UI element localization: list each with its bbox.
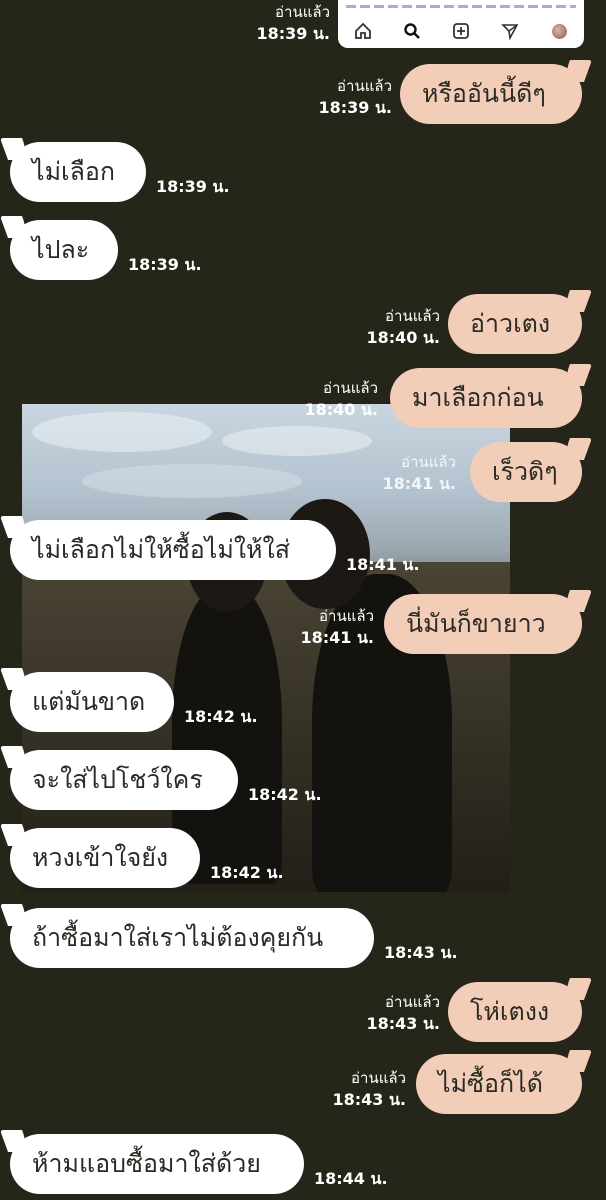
profile-avatar-icon [546, 18, 572, 44]
message-bubble-in[interactable]: ไม่เลือกไม่ให้ซื้อไม่ให้ใส่ [10, 520, 336, 580]
message-meta: 18:41 น. [346, 554, 420, 575]
chat-thread: อ่านแล้ว 18:39 น. อ่านแล้ว 18:39 น. หรือ… [0, 0, 606, 1200]
read-receipt: อ่านแล้ว [337, 77, 392, 95]
message-meta: 18:42 น. [248, 784, 322, 805]
message-text: ห้ามแอบซื้อมาใส่ด้วย [32, 1149, 261, 1178]
message-meta: 18:43 น. [384, 942, 458, 963]
message-bubble-in[interactable]: ไปละ [10, 220, 118, 280]
message-meta: อ่านแล้ว 18:41 น. [316, 452, 456, 494]
read-receipt: อ่านแล้ว [351, 1069, 406, 1087]
message-bubble-out[interactable]: นี่มันก็ขายาว [384, 594, 582, 654]
message-bubble-in[interactable]: หวงเข้าใจยัง [10, 828, 200, 888]
message-time: 18:39 น. [256, 24, 330, 43]
message-time: 18:44 น. [314, 1169, 388, 1188]
message-time: 18:42 น. [184, 707, 258, 726]
message-time: 18:40 น. [304, 400, 378, 419]
message-bubble-in[interactable]: แต่มันขาด [10, 672, 174, 732]
message-time: 18:41 น. [300, 628, 374, 647]
message-text: ไปละ [32, 235, 90, 264]
read-receipt: อ่านแล้ว [401, 453, 456, 471]
message-meta: 18:39 น. [128, 254, 202, 275]
message-text: แต่มันขาด [32, 687, 146, 716]
add-post-icon [448, 18, 474, 44]
message-bubble-in[interactable]: จะใส่ไปโชว์ใคร [10, 750, 238, 810]
message-meta: อ่านแล้ว 18:40 น. [238, 378, 378, 420]
message-bubble-out[interactable]: โห่เตงง [448, 982, 582, 1042]
message-time: 18:43 น. [366, 1014, 440, 1033]
photo-cloud [32, 412, 212, 452]
message-time: 18:42 น. [248, 785, 322, 804]
message-meta: อ่านแล้ว 18:43 น. [266, 1068, 406, 1110]
message-meta: 18:44 น. [314, 1168, 388, 1189]
message-text: ไม่เลือกไม่ให้ซื้อไม่ให้ใส่ [32, 535, 290, 564]
message-meta: 18:42 น. [184, 706, 258, 727]
message-text: โห่เตงง [470, 997, 550, 1026]
message-time: 18:41 น. [382, 474, 456, 493]
message-time: 18:42 น. [210, 863, 284, 882]
message-text: หรืออันนี้ดีๆ [422, 79, 546, 108]
read-receipt: อ่านแล้ว [319, 607, 374, 625]
search-icon [399, 18, 425, 44]
message-meta: อ่านแล้ว 18:43 น. [300, 992, 440, 1034]
message-time: 18:39 น. [318, 98, 392, 117]
message-text: นี่มันก็ขายาว [406, 609, 546, 638]
send-icon [497, 18, 523, 44]
message-time: 18:41 น. [346, 555, 420, 574]
message-text: ไม่เลือก [32, 157, 116, 186]
message-bubble-out[interactable]: เร็วดิๆ [470, 442, 582, 502]
message-meta: อ่านแล้ว 18:41 น. [234, 606, 374, 648]
message-text: ไม่ซื้อก็ได้ [438, 1069, 543, 1098]
message-time: 18:39 น. [128, 255, 202, 274]
message-time: 18:40 น. [366, 328, 440, 347]
message-meta: อ่านแล้ว 18:39 น. [252, 76, 392, 118]
message-meta: 18:39 น. [156, 176, 230, 197]
message-text: จะใส่ไปโชว์ใคร [32, 765, 203, 794]
message-bubble-out[interactable]: หรืออันนี้ดีๆ [400, 64, 582, 124]
message-meta: 18:42 น. [210, 862, 284, 883]
read-receipt: อ่านแล้ว [323, 379, 378, 397]
message-bubble-in[interactable]: ถ้าซื้อมาใส่เราไม่ต้องคุยกัน [10, 908, 374, 968]
message-meta: อ่านแล้ว 18:40 น. [300, 306, 440, 348]
home-icon [350, 18, 376, 44]
message-bubble-in[interactable]: ห้ามแอบซื้อมาใส่ด้วย [10, 1134, 304, 1194]
message-time: 18:43 น. [332, 1090, 406, 1109]
message-time: 18:39 น. [156, 177, 230, 196]
shared-screenshot-text [346, 5, 576, 8]
read-receipt: อ่านแล้ว [385, 307, 440, 325]
message-bubble-out[interactable]: ไม่ซื้อก็ได้ [416, 1054, 582, 1114]
message-text: ถ้าซื้อมาใส่เราไม่ต้องคุยกัน [32, 923, 324, 952]
read-receipt: อ่านแล้ว [385, 993, 440, 1011]
message-text: อ่าวเตง [470, 309, 551, 338]
photo-cloud [82, 464, 302, 498]
message-text: หวงเข้าใจยัง [32, 843, 169, 872]
message-bubble-out[interactable]: อ่าวเตง [448, 294, 582, 354]
message-time: 18:43 น. [384, 943, 458, 962]
shared-screenshot-meta: อ่านแล้ว 18:39 น. [190, 2, 330, 44]
message-text: เร็วดิๆ [492, 457, 558, 486]
message-text: มาเลือกก่อน [412, 383, 544, 412]
message-bubble-in[interactable]: ไม่เลือก [10, 142, 146, 202]
shared-screenshot[interactable] [338, 0, 584, 48]
read-receipt: อ่านแล้ว [275, 3, 330, 21]
message-bubble-out[interactable]: มาเลือกก่อน [390, 368, 582, 428]
